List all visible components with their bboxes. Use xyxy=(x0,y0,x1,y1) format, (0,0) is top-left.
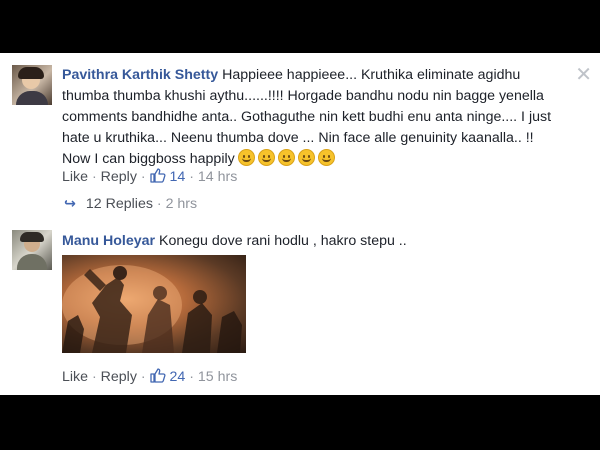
replies-timestamp: 2 hrs xyxy=(165,196,198,212)
smiley-emoji-icon xyxy=(237,149,255,166)
comment-actions: Like · Reply · 24 · 15 hrs xyxy=(62,368,237,387)
emoji-row xyxy=(235,149,335,173)
thumbs-up-icon[interactable] xyxy=(149,168,166,187)
comment-2-body: Manu Holeyar Konegu dove rani hodlu , hak… xyxy=(62,231,562,252)
reply-link[interactable]: Reply xyxy=(101,169,137,185)
comment-photo[interactable] xyxy=(62,255,246,353)
comment-text: Konegu dove rani hodlu , hakro stepu .. xyxy=(159,233,407,249)
avatar[interactable] xyxy=(12,65,52,105)
close-icon[interactable]: ✕ xyxy=(575,65,592,85)
comment-actions: Like · Reply · 14 · 14 hrs xyxy=(62,168,237,187)
smiley-emoji-icon xyxy=(297,149,315,166)
like-link[interactable]: Like xyxy=(62,169,88,185)
separator: · xyxy=(189,169,198,185)
separator: · xyxy=(140,369,150,385)
separator: · xyxy=(91,369,101,385)
view-replies[interactable]: ↪ 12 Replies · 2 hrs xyxy=(64,196,197,212)
smiley-emoji-icon xyxy=(317,149,335,166)
reply-arrow-icon: ↪ xyxy=(64,196,76,212)
like-count[interactable]: 14 xyxy=(170,169,186,185)
separator: · xyxy=(140,169,150,185)
avatar[interactable] xyxy=(12,230,52,270)
smiley-emoji-icon xyxy=(257,149,275,166)
like-link[interactable]: Like xyxy=(62,369,88,385)
comments-panel: ✕ Pavithra Karthik Shetty Happieee happie… xyxy=(0,53,600,395)
thumbs-up-icon[interactable] xyxy=(149,368,166,387)
timestamp[interactable]: 15 hrs xyxy=(198,369,237,385)
separator: · xyxy=(156,196,166,212)
smiley-emoji-icon xyxy=(277,149,295,166)
timestamp[interactable]: 14 hrs xyxy=(198,169,237,185)
comment-author[interactable]: Manu Holeyar xyxy=(62,233,155,249)
comment-author[interactable]: Pavithra Karthik Shetty xyxy=(62,67,218,83)
separator: · xyxy=(189,369,198,385)
separator: · xyxy=(91,169,101,185)
like-count[interactable]: 24 xyxy=(170,369,186,385)
replies-count[interactable]: 12 Replies xyxy=(86,196,153,212)
comment-1-body: Pavithra Karthik Shetty Happieee happieee… xyxy=(62,65,562,173)
reply-link[interactable]: Reply xyxy=(101,369,137,385)
